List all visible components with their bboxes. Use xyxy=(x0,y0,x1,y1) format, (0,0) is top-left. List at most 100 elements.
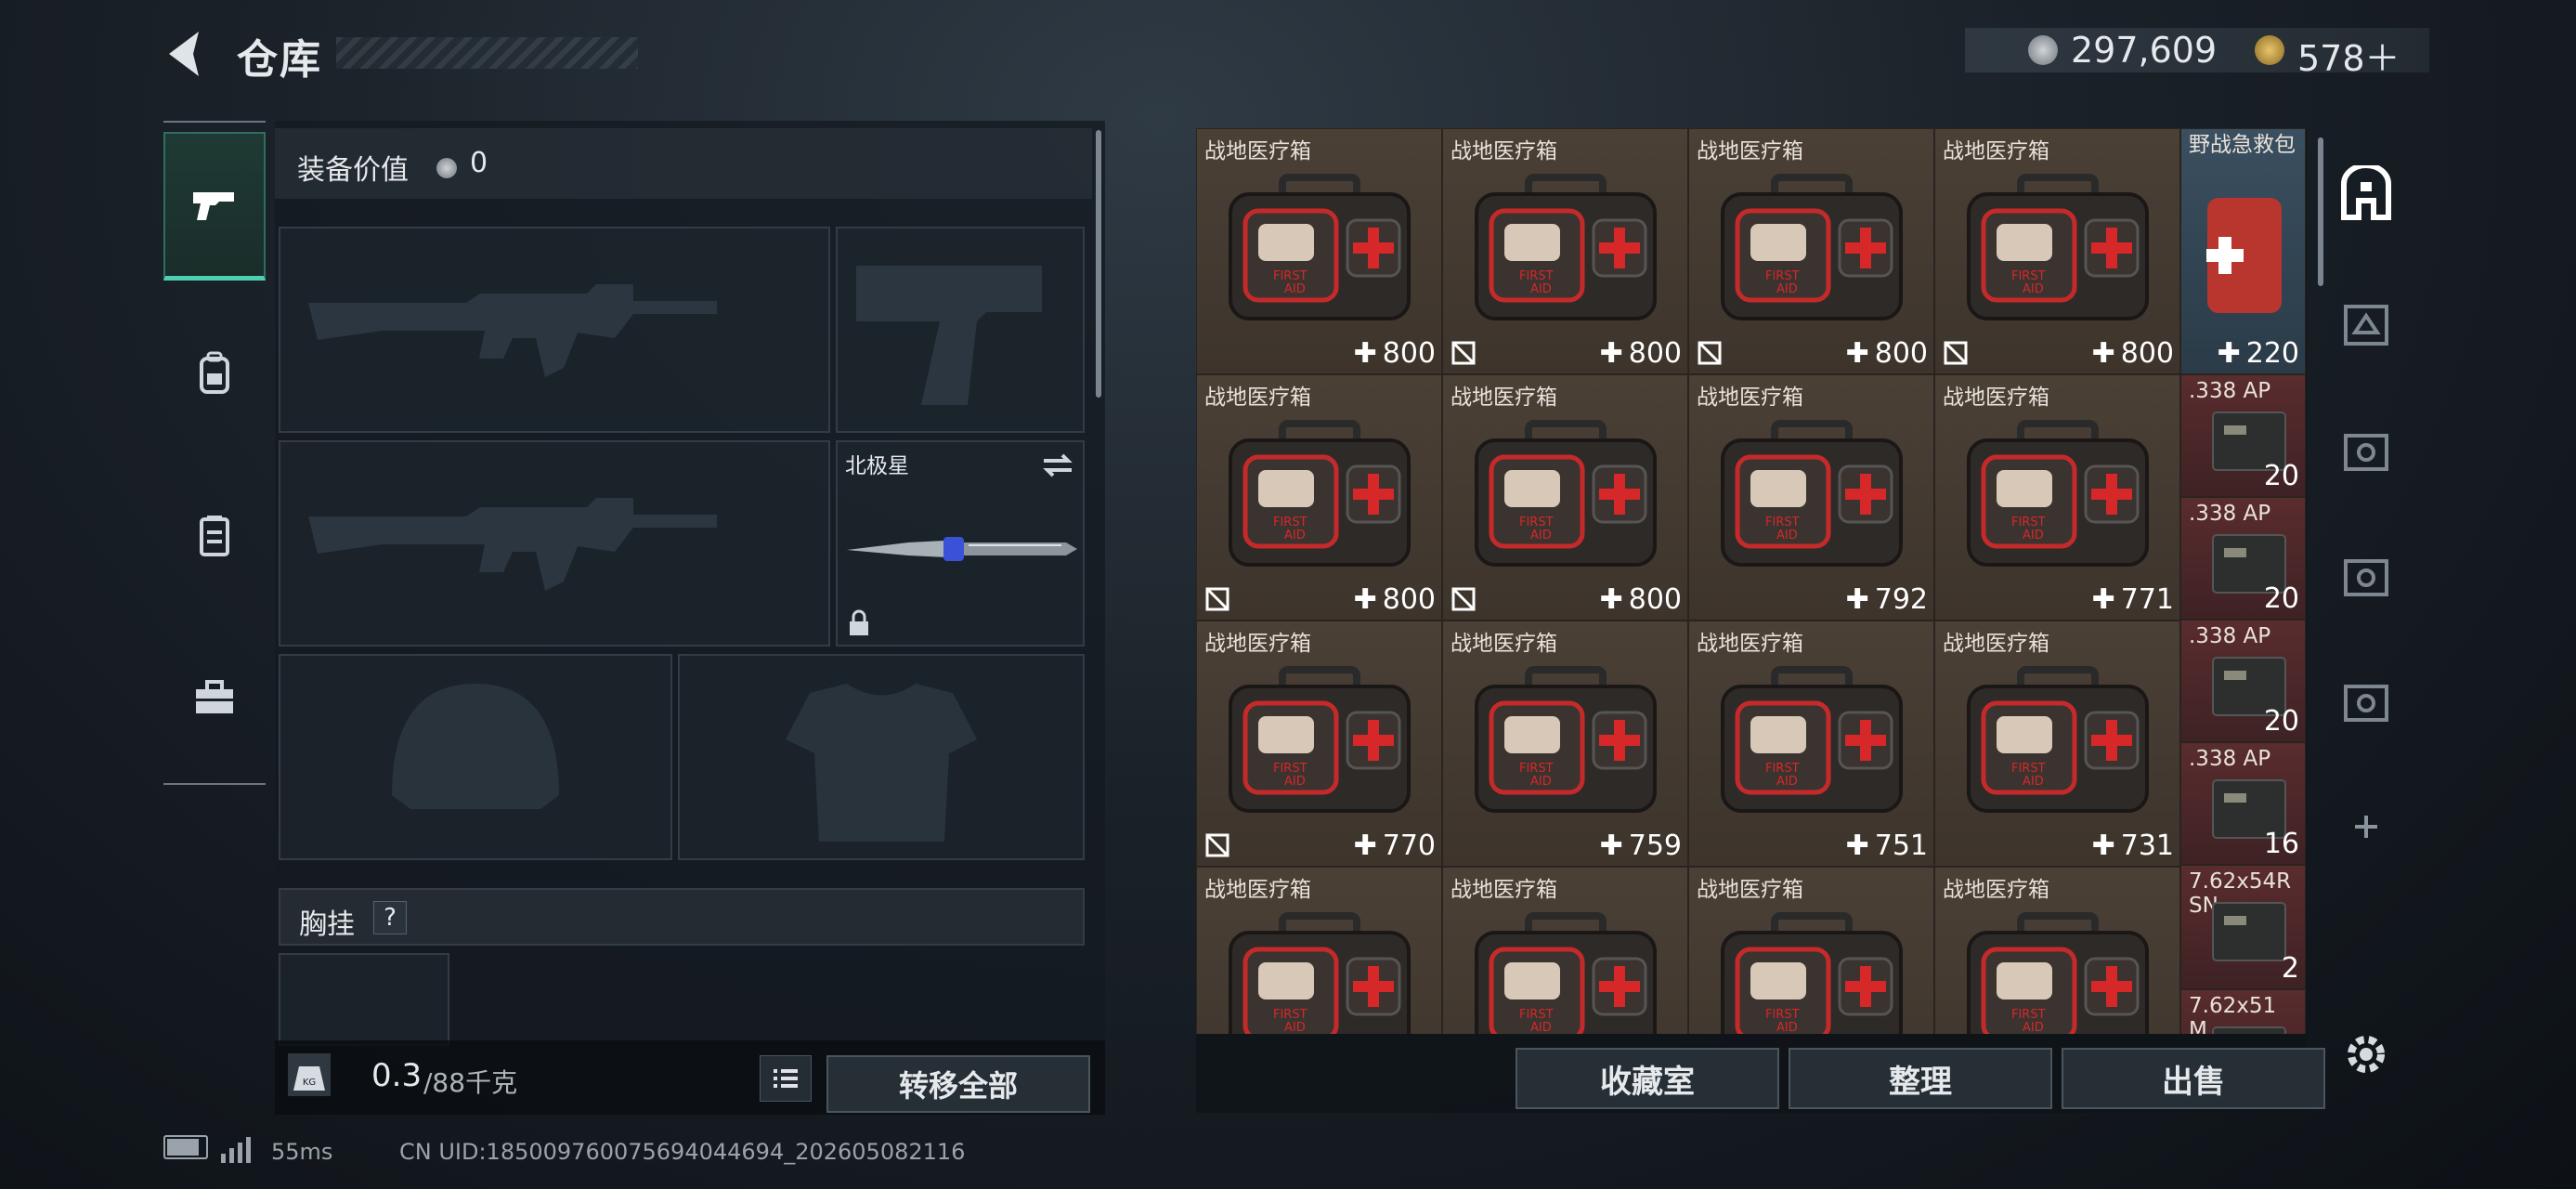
svg-text:AID: AID xyxy=(1776,775,1798,789)
item-name: 战地医疗箱 xyxy=(1451,385,1557,410)
svg-text:AID: AID xyxy=(2023,775,2044,789)
inventory-item[interactable]: 战地医疗箱 FIRST AID ✚ 800 xyxy=(1196,374,1442,621)
first-aid-kit-icon: FIRSTAID xyxy=(1967,174,2149,320)
item-count: ✚ 800 xyxy=(1599,337,1682,370)
armor-slot[interactable] xyxy=(678,654,1085,860)
item-name: .338 AP xyxy=(2189,502,2271,526)
sidearm-slot[interactable] xyxy=(836,227,1085,433)
svg-text:AID: AID xyxy=(2023,1021,2044,1034)
item-name: 战地医疗箱 xyxy=(1697,878,1803,902)
chest-rig-slot[interactable] xyxy=(279,953,449,1046)
primary-weapon-slot[interactable] xyxy=(279,227,830,433)
melee-slot[interactable]: 北极星 xyxy=(836,440,1085,647)
item-name: 野战急救包 xyxy=(2189,133,2296,157)
silver-coin-icon xyxy=(436,158,457,178)
item-count: 16 xyxy=(2263,828,2299,860)
storage-tab-icon[interactable] xyxy=(2336,295,2396,355)
svg-text:AID: AID xyxy=(1530,1021,1552,1034)
inventory-item[interactable]: 7.62x51 M xyxy=(2180,989,2306,1034)
item-name: 战地医疗箱 xyxy=(1943,878,2049,902)
no-sell-icon xyxy=(1698,341,1722,365)
plus-icon: ✚ xyxy=(2091,583,2115,616)
list-view-button[interactable] xyxy=(760,1055,812,1102)
item-name: 战地医疗箱 xyxy=(1451,632,1557,656)
storage-main-icon[interactable] xyxy=(2336,165,2396,225)
help-button[interactable]: ? xyxy=(373,901,407,934)
inventory-item[interactable]: .338 AP 20 xyxy=(2180,374,2306,497)
page-title: 仓库 xyxy=(237,36,322,84)
equipment-scrollbar[interactable] xyxy=(1096,130,1101,398)
tab-vest[interactable] xyxy=(163,462,266,610)
inventory-item[interactable]: .338 AP 16 xyxy=(2180,742,2306,865)
pistol-icon xyxy=(193,191,234,220)
inventory-item[interactable]: 战地医疗箱 FIRST AID xyxy=(1196,867,1442,1034)
inventory-item[interactable]: 战地医疗箱 FIRST AID xyxy=(1688,867,1934,1034)
item-count: ✚ 220 xyxy=(2217,337,2299,370)
inventory-item[interactable]: 战地医疗箱 FIRST AID ✚ 800 xyxy=(1688,128,1934,374)
melee-name: 北极星 xyxy=(845,454,909,478)
item-count: ✚ 751 xyxy=(1845,830,1928,862)
collection-button[interactable]: 收藏室 xyxy=(1516,1048,1779,1109)
inventory-item[interactable]: 野战急救包 ✚ 220 xyxy=(2180,128,2306,374)
sell-button[interactable]: 出售 xyxy=(2062,1048,2325,1109)
inventory-item[interactable]: 战地医疗箱 FIRST AID ✚ 800 xyxy=(1442,128,1688,374)
item-name: 战地医疗箱 xyxy=(1697,139,1803,163)
equipment-tabs xyxy=(163,121,266,785)
helmet-slot[interactable] xyxy=(279,654,672,860)
add-storage-icon[interactable] xyxy=(2336,797,2396,856)
inventory-item[interactable]: 战地医疗箱 FIRST AID ✚ 731 xyxy=(1934,621,2180,867)
item-name: 战地医疗箱 xyxy=(1697,385,1803,410)
equipment-value: 0 xyxy=(470,147,488,179)
item-count: ✚ 800 xyxy=(1599,583,1682,616)
item-count: 20 xyxy=(2263,705,2299,738)
inventory-item[interactable]: .338 AP 20 xyxy=(2180,620,2306,742)
first-aid-kit-icon: FIRSTAID xyxy=(1475,420,1657,567)
inventory-item[interactable]: 战地医疗箱 FIRST AID ✚ 800 xyxy=(1934,128,2180,374)
first-aid-kit-icon: FIRSTAID xyxy=(1475,912,1657,1034)
inventory-item[interactable]: 战地医疗箱 FIRST AID xyxy=(1934,867,2180,1034)
back-arrow-icon xyxy=(169,32,199,76)
first-aid-kit-icon: FIRSTAID xyxy=(1229,666,1411,813)
toolbox-icon xyxy=(196,680,233,713)
inventory-item[interactable]: 战地医疗箱 FIRST AID ✚ 792 xyxy=(1688,374,1934,621)
ping-text: 55ms xyxy=(271,1139,333,1165)
inventory-item[interactable]: 战地医疗箱 FIRST AID ✚ 800 xyxy=(1442,374,1688,621)
sort-button[interactable]: 整理 xyxy=(1789,1048,2052,1109)
storage-tab-icon[interactable] xyxy=(2336,546,2396,606)
title-decoration xyxy=(336,37,638,69)
inventory-item[interactable]: 战地医疗箱 FIRST AID ✚ 800 xyxy=(1196,128,1442,374)
svg-text:FIRST: FIRST xyxy=(1765,762,1800,776)
svg-text:AID: AID xyxy=(1284,529,1306,542)
inventory-item[interactable]: 战地医疗箱 FIRST AID ✚ 771 xyxy=(1934,374,2180,621)
settings-gear-icon[interactable] xyxy=(2336,1025,2396,1084)
inventory-item[interactable]: 战地医疗箱 FIRST AID ✚ 751 xyxy=(1688,621,1934,867)
swap-icon[interactable] xyxy=(1040,451,1075,479)
inventory-item[interactable]: 7.62x54R SN 2 xyxy=(2180,865,2306,989)
svg-text:AID: AID xyxy=(1284,282,1306,296)
secondary-weapon-slot[interactable] xyxy=(279,440,830,647)
tab-weapons[interactable] xyxy=(163,132,266,281)
transfer-all-button[interactable]: 转移全部 xyxy=(826,1055,1090,1113)
currency-gold[interactable]: 578＋ xyxy=(2297,30,2400,81)
svg-text:AID: AID xyxy=(1530,529,1552,542)
weight-icon: KG xyxy=(288,1053,331,1096)
tab-toolbox[interactable] xyxy=(163,624,266,773)
rifle-silhouette-icon xyxy=(308,498,717,591)
tab-backpack[interactable] xyxy=(163,299,266,448)
storage-tab-icon[interactable] xyxy=(2336,421,2396,480)
svg-text:FIRST: FIRST xyxy=(2011,762,2046,776)
pistol-silhouette-icon xyxy=(856,266,1042,405)
item-count: ✚ 800 xyxy=(1353,337,1436,370)
inventory-item[interactable]: .338 AP 20 xyxy=(2180,497,2306,620)
back-button[interactable] xyxy=(158,26,214,82)
storage-tab-icon[interactable] xyxy=(2336,672,2396,731)
item-count: 2 xyxy=(2281,952,2299,985)
inventory-item[interactable]: 战地医疗箱 FIRST AID ✚ 770 xyxy=(1196,621,1442,867)
inventory-item[interactable]: 战地医疗箱 FIRST AID xyxy=(1442,867,1688,1034)
chest-rig-label: 胸挂 xyxy=(299,908,355,941)
plus-icon: ✚ xyxy=(1353,337,1377,370)
no-sell-icon xyxy=(1205,833,1229,857)
inventory-item[interactable]: 战地医疗箱 FIRST AID ✚ 759 xyxy=(1442,621,1688,867)
currency-bar: 297,609 578＋ xyxy=(1965,28,2429,79)
equipment-value-label: 装备价值 xyxy=(297,154,409,187)
